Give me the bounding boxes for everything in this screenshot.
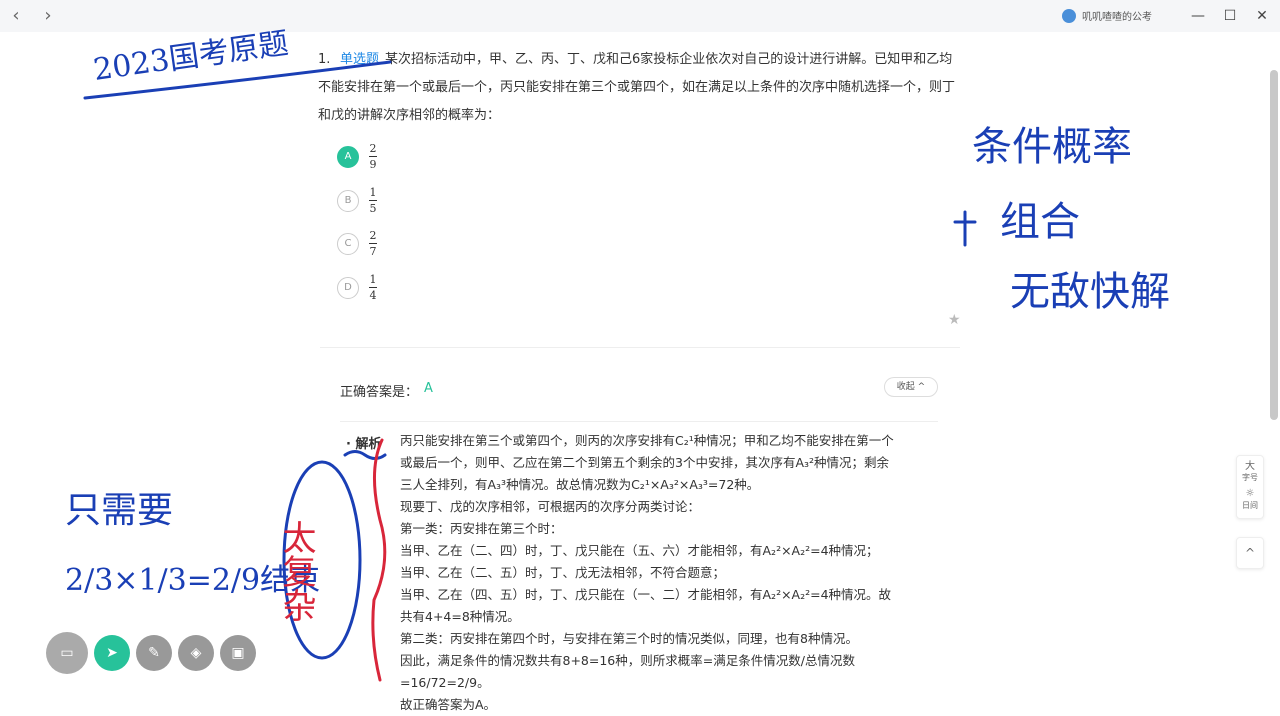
question-number: 1. <box>318 52 331 67</box>
maximize-button[interactable]: ☐ <box>1220 6 1240 26</box>
numerator: 1 <box>369 186 377 199</box>
analysis-line: 丙只能安排在第三个或第四个，则丙的次序安排有C₂¹种情况；甲和乙均不能安排在第一… <box>400 433 894 448</box>
back-to-top-button[interactable]: ^ <box>1236 537 1264 569</box>
option-d-fraction: 14 <box>369 274 377 301</box>
numerator: 2 <box>369 229 377 242</box>
back-icon[interactable]: ‹ <box>6 6 26 26</box>
analysis-title-text: 解析 <box>355 437 382 452</box>
analysis-line: 三人全排列，有A₃³种情况。故总情况数为C₂¹×A₃²×A₃³=72种。 <box>400 477 760 492</box>
option-c-fraction: 27 <box>369 230 377 257</box>
hw-method-3: 无敌快解 <box>1010 269 1170 315</box>
sun-icon[interactable]: ☼ <box>1237 487 1263 501</box>
numerator: 1 <box>369 273 377 286</box>
title-bar: ‹ › 叽叽喳喳的公考 — ☐ ✕ <box>0 0 1280 32</box>
numerator: 2 <box>369 142 377 155</box>
divider <box>340 421 938 422</box>
hw-year-note: 2023国考原题 <box>91 26 290 88</box>
option-b[interactable]: B 15 <box>337 187 377 214</box>
font-size-button[interactable]: 大 <box>1237 461 1263 473</box>
screen-icon[interactable]: ▭ <box>46 632 88 674</box>
option-b-letter[interactable]: B <box>337 189 359 212</box>
analysis-line: 当甲、乙在（二、五）时，丁、戊无法相邻，不符合题意； <box>400 565 726 580</box>
app-title: 叽叽喳喳的公考 <box>1062 8 1152 23</box>
question-type-tag: 单选题 <box>340 52 380 67</box>
denominator: 4 <box>369 289 377 302</box>
divider <box>320 347 960 348</box>
forward-icon[interactable]: › <box>38 6 58 26</box>
pen-icon[interactable]: ✎ <box>136 635 172 671</box>
hw-method-2: 组合 <box>1000 199 1080 245</box>
app-title-text: 叽叽喳喳的公考 <box>1082 12 1152 23</box>
whiteboard-icon[interactable]: ▣ <box>220 635 256 671</box>
option-c[interactable]: C 27 <box>337 230 377 257</box>
app-logo-icon <box>1062 8 1076 23</box>
analysis-title: · 解析 <box>346 437 382 452</box>
analysis-line: 故正确答案为A。 <box>400 697 497 712</box>
question-stem: 某次招标活动中，甲、乙、丙、丁、戊和己6家投标企业依次对自己的设计进行讲解。已知… <box>318 52 956 123</box>
analysis-line: 第二类：丙安排在第四个时，与安排在第三个时的情况类似，同理，也有8种情况。 <box>400 631 858 646</box>
analysis-line: 共有4+4=8种情况。 <box>400 609 520 624</box>
option-d-letter[interactable]: D <box>337 276 359 299</box>
hw-only-need: 只需要 <box>65 490 173 531</box>
denominator: 7 <box>369 245 377 258</box>
font-theme-panel: 大 字号 ☼ 日间 <box>1236 455 1264 519</box>
font-size-label: 字号 <box>1242 473 1258 482</box>
analysis-line: 因此，满足条件的情况数共有8+8=16种，则所求概率=满足条件情况数/总情况数=… <box>400 653 855 690</box>
analysis-line: 或最后一个，则甲、乙应在第二个到第五个剩余的3个中安排，其次序有A₃²种情况；剩… <box>400 455 890 470</box>
scrollbar[interactable] <box>1270 70 1278 420</box>
option-a-fraction: 29 <box>369 143 377 170</box>
pointer-icon[interactable]: ➤ <box>94 635 130 671</box>
eraser-icon[interactable]: ◈ <box>178 635 214 671</box>
theme-label: 日间 <box>1242 501 1258 510</box>
option-d[interactable]: D 14 <box>337 274 377 301</box>
option-b-fraction: 15 <box>369 187 377 214</box>
option-c-letter[interactable]: C <box>337 232 359 255</box>
analysis-line: 当甲、乙在（二、四）时，丁、戊只能在（五、六）才能相邻，有A₂²×A₂²=4种情… <box>400 543 879 558</box>
annotation-toolbar: ▭ ➤ ✎ ◈ ▣ <box>46 632 256 674</box>
analysis-body: 丙只能安排在第三个或第四个，则丙的次序安排有C₂¹种情况；甲和乙均不能安排在第一… <box>400 430 935 716</box>
hw-method-1: 条件概率 <box>972 124 1132 170</box>
correct-answer-value: A <box>424 381 433 396</box>
close-button[interactable]: ✕ <box>1252 6 1272 26</box>
question-text-block: 1. 单选题 某次招标活动中，甲、乙、丙、丁、戊和己6家投标企业依次对自己的设计进行… <box>318 46 958 130</box>
option-a[interactable]: A 29 <box>337 143 377 170</box>
minimize-button[interactable]: — <box>1188 6 1208 26</box>
analysis-line: 第一类：丙安排在第三个时： <box>400 521 563 536</box>
analysis-line: 当甲、乙在（四、五）时，丁、戊只能在（一、二）才能相邻，有A₂²×A₂²=4种情… <box>400 587 892 602</box>
option-a-letter[interactable]: A <box>337 145 359 168</box>
correct-answer-label: 正确答案是： <box>340 385 419 400</box>
denominator: 5 <box>369 202 377 215</box>
denominator: 9 <box>369 158 377 171</box>
collapse-button[interactable]: 收起 ^ <box>884 377 938 397</box>
analysis-line: 现要丁、戊的次序相邻，可根据丙的次序分两类讨论： <box>400 499 701 514</box>
favorite-star-icon[interactable]: ★ <box>948 312 961 328</box>
hw-calc: 2/3×1/3=2/9结束 <box>65 563 320 598</box>
